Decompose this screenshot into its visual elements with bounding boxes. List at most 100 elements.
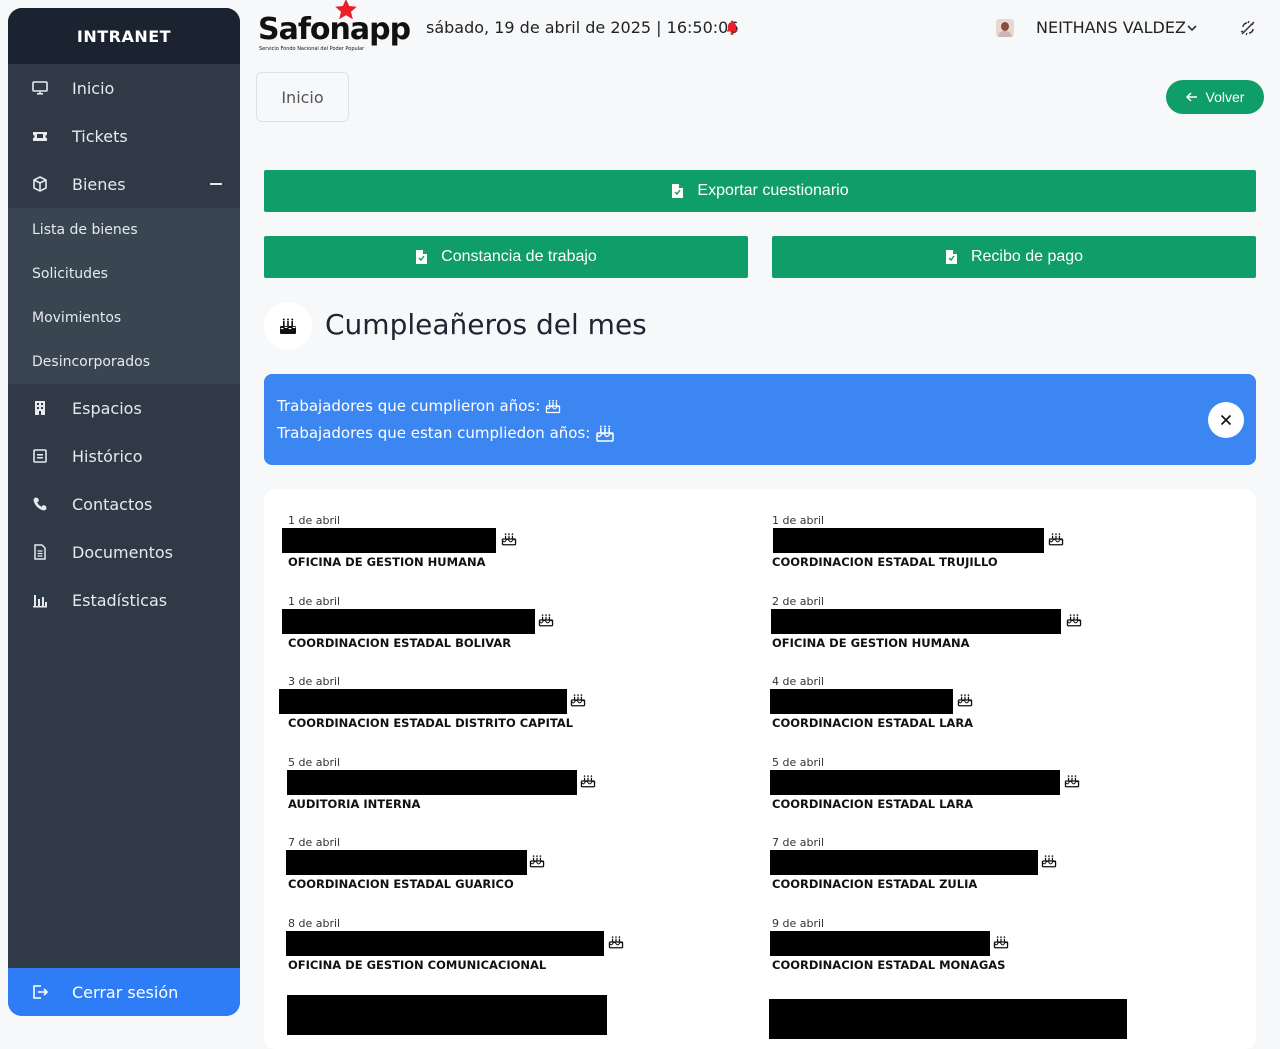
sidebar-item-documentos[interactable]: Documentos [8, 528, 240, 576]
sidebar-item-inicio[interactable]: Inicio [8, 64, 240, 112]
sidebar-item-label: Inicio [72, 78, 115, 98]
file-icon [945, 250, 957, 264]
list-item: 7 de abril COORDINACION ESTADAL GUARICO [264, 811, 734, 891]
birthday-alert: Trabajadores que cumplieron años: Trabaj… [264, 374, 1256, 465]
redacted-name [770, 931, 990, 956]
submenu-item-desincorporados[interactable]: Desincorporados [8, 340, 240, 384]
alert-line-current: Trabajadores que estan cumpliedon años: [277, 422, 616, 444]
birthday-date: 2 de abril [772, 595, 825, 608]
redacted-name [770, 850, 1038, 875]
sidebar-item-espacios[interactable]: Espacios [8, 384, 240, 432]
birthday-department: AUDITORIA INTERNA [288, 797, 421, 811]
birthday-department: COORDINACION ESTADAL DISTRITO CAPITAL [288, 716, 574, 730]
birthday-date: 7 de abril [772, 836, 825, 849]
cake-icon [1041, 855, 1057, 868]
sidebar-item-historico[interactable]: Histórico [8, 432, 240, 480]
theme-toggle-icon[interactable] [1239, 19, 1257, 37]
birthday-date: 1 de abril [288, 595, 341, 608]
cake-icon [501, 533, 517, 546]
redacted-name [282, 609, 535, 634]
cake-icon [279, 318, 297, 334]
back-button[interactable]: Volver [1166, 80, 1264, 114]
bienes-submenu: Lista de bienes Solicitudes Movimientos … [8, 208, 240, 384]
bell-icon[interactable] [724, 20, 740, 36]
redacted-name [287, 770, 577, 795]
cake-icon [957, 694, 973, 707]
file-icon [672, 184, 684, 198]
star-icon [335, 0, 357, 20]
logout-icon [32, 984, 49, 1000]
birthday-department: COORDINACION ESTADAL GUARICO [288, 877, 514, 891]
birthday-date: 7 de abril [288, 836, 341, 849]
list-item: 8 de abril OFICINA DE GESTION COMUNICACI… [264, 892, 734, 972]
redacted-name [282, 528, 496, 553]
work-certificate-button[interactable]: Constancia de trabajo [264, 236, 748, 278]
logout-button[interactable]: Cerrar sesión [8, 968, 240, 1016]
redacted-name [287, 995, 607, 1035]
alert-line-current-text: Trabajadores que estan cumpliedon años: [277, 424, 591, 442]
list-item: 3 de abril COORDINACION ESTADAL DISTRITO… [264, 650, 734, 730]
birthday-department: COORDINACION ESTADAL TRUJILLO [772, 555, 998, 569]
redacted-name [279, 689, 567, 714]
list-item: 1 de abril COORDINACION ESTADAL TRUJILLO [748, 489, 1218, 569]
cake-icon [546, 399, 561, 414]
birthday-department: OFICINA DE GESTION COMUNICACIONAL [288, 958, 547, 972]
export-questionnaire-label: Exportar cuestionario [697, 182, 849, 199]
work-certificate-label: Constancia de trabajo [441, 248, 597, 265]
archive-icon [32, 448, 48, 464]
cake-icon [529, 855, 545, 868]
sidebar-item-bienes[interactable]: Bienes [8, 160, 240, 208]
birthday-department: COORDINACION ESTADAL LARA [772, 716, 974, 730]
logo-subtitle: Servicio Fondo Nacional del Poder Popula… [259, 46, 365, 52]
logout-label: Cerrar sesión [72, 982, 179, 1002]
alert-line-past-text: Trabajadores que cumplieron años: [277, 397, 541, 415]
monitor-icon [32, 80, 48, 96]
sidebar-item-label: Bienes [72, 174, 126, 194]
birthday-date: 1 de abril [772, 514, 825, 527]
cake-icon [570, 694, 586, 707]
birthday-department: COORDINACION ESTADAL ZULIA [772, 877, 978, 891]
username[interactable]: NEITHANS VALDEZ [1036, 18, 1186, 37]
top-bar: Safonapp Servicio Fondo Nacional del Pod… [256, 0, 1280, 60]
cake-icon [1064, 775, 1080, 788]
document-icon [32, 544, 48, 560]
redacted-name [286, 850, 527, 875]
submenu-item-movimientos[interactable]: Movimientos [8, 296, 240, 340]
payment-receipt-button[interactable]: Recibo de pago [772, 236, 1256, 278]
list-item: 5 de abril COORDINACION ESTADAL LARA [748, 731, 1218, 811]
submenu-item-lista-de-bienes[interactable]: Lista de bienes [8, 208, 240, 252]
sidebar-item-label: Documentos [72, 542, 174, 562]
sidebar-item-estadisticas[interactable]: Estadísticas [8, 576, 240, 624]
sidebar-title: INTRANET [8, 8, 240, 64]
arrow-left-icon [1185, 92, 1197, 102]
sidebar-item-tickets[interactable]: Tickets [8, 112, 240, 160]
redacted-name [771, 609, 1061, 634]
list-item: 5 de abril AUDITORIA INTERNA [264, 731, 734, 811]
birthday-date: 3 de abril [288, 675, 341, 688]
birthday-heading-icon [264, 302, 312, 350]
chevron-down-icon[interactable] [1186, 22, 1198, 34]
birthday-department: OFICINA DE GESTION HUMANA [288, 555, 486, 569]
submenu-item-solicitudes[interactable]: Solicitudes [8, 252, 240, 296]
sidebar-item-label: Histórico [72, 446, 143, 466]
birthday-title: Cumpleañeros del mes [325, 308, 647, 341]
breadcrumb[interactable]: Inicio [256, 72, 349, 122]
alert-close-button[interactable] [1208, 402, 1244, 438]
building-icon [32, 400, 48, 416]
export-questionnaire-button[interactable]: Exportar cuestionario [264, 170, 1256, 212]
phone-icon [32, 496, 48, 512]
avatar[interactable] [996, 19, 1014, 37]
cake-icon [1066, 614, 1082, 627]
sidebar-item-contactos[interactable]: Contactos [8, 480, 240, 528]
redacted-name [286, 931, 604, 956]
list-item: 1 de abril COORDINACION ESTADAL BOLIVAR [264, 570, 734, 650]
datetime: sábado, 19 de abril de 2025 | 16:50:06 [426, 18, 739, 37]
collapse-icon[interactable] [210, 183, 222, 185]
birthday-department: COORDINACION ESTADAL LARA [772, 797, 974, 811]
list-item: 9 de abril COORDINACION ESTADAL MONAGAS [748, 892, 1218, 972]
birthday-date: 1 de abril [288, 514, 341, 527]
list-item: 4 de abril COORDINACION ESTADAL LARA [748, 650, 1218, 730]
sidebar: INTRANET Inicio Tickets Bienes Lista de … [8, 8, 240, 1016]
logo[interactable]: Safonapp Servicio Fondo Nacional del Pod… [258, 0, 411, 56]
birthday-list-card: 1 de abril OFICINA DE GESTION HUMANA 1 d… [264, 489, 1256, 1049]
